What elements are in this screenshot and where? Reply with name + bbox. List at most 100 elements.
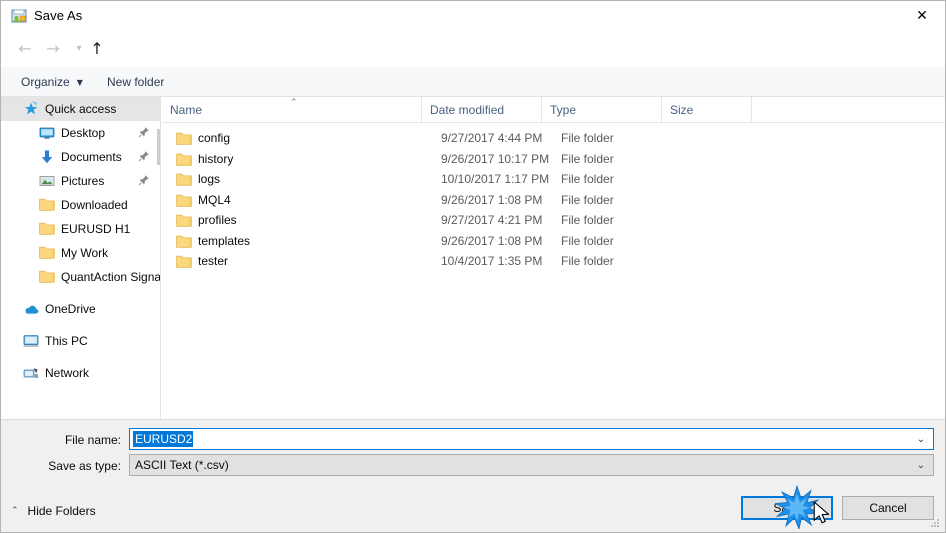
folder-icon — [39, 245, 55, 261]
chevron-down-icon[interactable]: ⌄ — [912, 429, 930, 449]
file-row[interactable]: MQL4 9/26/2017 1:08 PM File folder — [162, 190, 945, 210]
file-name-cell: logs — [198, 172, 221, 186]
type-cell: File folder — [561, 192, 614, 207]
date-modified-cell: 9/27/2017 4:44 PM — [441, 131, 543, 145]
column-header-name[interactable]: Name ⌃ — [162, 97, 422, 122]
forward-button[interactable]: → — [41, 37, 65, 61]
sidebar-item-label: EURUSD H1 — [61, 222, 131, 236]
sidebar-item-label: OneDrive — [45, 302, 96, 316]
save-as-type-label: Save as type: — [48, 459, 121, 473]
save-button-label: Save — [773, 501, 801, 515]
pin-icon[interactable] — [138, 150, 150, 162]
date-modified-cell: 9/26/2017 10:17 PM — [441, 151, 550, 166]
save-as-dialog: Save As ✕ ← → ▾ ↑ « Roaming — [0, 0, 946, 533]
type-cell: File folder — [561, 172, 614, 186]
pin-icon[interactable] — [138, 174, 150, 186]
title-bar: Save As ✕ — [1, 1, 945, 31]
browser-area: Quick access Desktop Documents Pictures Down… — [1, 97, 945, 419]
hide-folders-button[interactable]: ⌃ Hide Folders — [11, 501, 96, 521]
file-row[interactable]: templates 9/26/2017 1:08 PM File folder — [162, 231, 945, 251]
save-button[interactable]: Save — [741, 496, 833, 520]
desktop-icon — [39, 125, 55, 141]
sidebar-item-label: Pictures — [61, 174, 105, 188]
sidebar-item-label: Documents — [61, 150, 122, 164]
sidebar-scrollbar[interactable] — [157, 129, 160, 165]
sidebar-item-label: Downloaded — [61, 198, 128, 212]
sidebar-item-onedrive[interactable]: OneDrive — [1, 297, 160, 321]
file-name-cell: config — [198, 131, 231, 145]
file-name-cell: MQL4 — [198, 192, 231, 207]
sidebar-item-label: This PC — [45, 334, 88, 348]
organize-label: Organize — [21, 75, 70, 89]
sort-ascending-icon: ⌃ — [290, 98, 298, 108]
folder-icon — [176, 234, 192, 248]
folder-icon — [176, 213, 192, 227]
type-cell: File folder — [561, 233, 614, 248]
column-header-label: Type — [550, 102, 577, 117]
sidebar-item-quick-access[interactable]: Quick access — [1, 97, 160, 121]
sidebar-item-network[interactable]: Network — [1, 361, 160, 385]
column-header-label: Name — [170, 102, 203, 117]
back-button[interactable]: ← — [13, 37, 37, 61]
folder-icon — [176, 152, 192, 166]
column-header-label: Size — [670, 102, 694, 117]
chevron-down-icon[interactable]: ⌄ — [912, 455, 930, 475]
folder-icon — [176, 131, 192, 145]
sidebar-item-quantaction-signal[interactable]: QuantAction Signal — [1, 265, 160, 289]
sidebar-item-label: Desktop — [61, 126, 106, 140]
cancel-button[interactable]: Cancel — [842, 496, 934, 520]
window-title: Save As — [34, 8, 83, 23]
save-as-type-value: ASCII Text (*.csv) — [135, 458, 229, 472]
type-cell: File folder — [561, 213, 614, 227]
star-pin-icon — [23, 101, 39, 117]
sidebar-item-this-pc[interactable]: This PC — [1, 329, 160, 353]
file-row[interactable]: logs 10/10/2017 1:17 PM File folder — [162, 169, 945, 189]
folder-icon — [176, 193, 192, 207]
back-arrow-icon: ← — [18, 39, 32, 58]
up-arrow-icon: ↑ — [90, 39, 104, 58]
sidebar-item-my-work[interactable]: My Work — [1, 241, 160, 265]
navigation-bar: ← → ▾ ↑ « Roaming › MetaQuotes › — [1, 31, 945, 91]
column-headers: Name ⌃ Date modified Type Size — [162, 97, 945, 123]
date-modified-cell: 10/10/2017 1:17 PM — [441, 172, 550, 186]
column-header-date-modified[interactable]: Date modified — [422, 97, 542, 122]
sidebar-item-downloaded[interactable]: Downloaded — [1, 193, 160, 217]
column-header-type[interactable]: Type — [542, 97, 662, 122]
sidebar-item-desktop[interactable]: Desktop — [1, 121, 160, 145]
new-folder-button[interactable]: New folder — [101, 72, 170, 92]
sidebar-item-pictures[interactable]: Pictures — [1, 169, 160, 193]
folder-icon — [39, 197, 55, 213]
sidebar-item-eurusd-h1[interactable]: EURUSD H1 — [1, 217, 160, 241]
organize-button[interactable]: Organize ▼ — [15, 72, 89, 92]
folder-icon — [39, 221, 55, 237]
close-button[interactable]: ✕ — [899, 1, 945, 31]
resize-grip[interactable] — [929, 517, 941, 529]
close-icon: ✕ — [916, 8, 928, 24]
file-row[interactable]: profiles 9/27/2017 4:21 PM File folder — [162, 210, 945, 230]
chevron-down-icon: ▼ — [76, 77, 83, 87]
file-row[interactable]: history 9/26/2017 10:17 PM File folder — [162, 149, 945, 169]
save-as-type-select[interactable]: ASCII Text (*.csv) ⌄ — [129, 454, 934, 476]
date-modified-cell: 9/26/2017 1:08 PM — [441, 233, 543, 248]
file-row[interactable]: tester 10/4/2017 1:35 PM File folder — [162, 251, 945, 271]
sidebar-item-label: Quick access — [45, 102, 117, 116]
sidebar-item-documents[interactable]: Documents — [1, 145, 160, 169]
column-header-size[interactable]: Size — [662, 97, 752, 122]
file-row[interactable]: config 9/27/2017 4:44 PM File folder — [162, 128, 945, 148]
column-header-label: Date modified — [430, 102, 505, 117]
chevron-up-icon: ⌃ — [11, 506, 19, 516]
sidebar-item-label: My Work — [61, 246, 109, 260]
date-modified-cell: 10/4/2017 1:35 PM — [441, 254, 543, 268]
pictures-icon — [39, 173, 55, 189]
this-pc-icon — [23, 333, 39, 349]
command-bar: Organize ▼ New folder ▼ ? — [1, 67, 945, 156]
save-as-icon — [11, 8, 27, 24]
file-name-cell: history — [198, 151, 234, 166]
pin-icon[interactable] — [138, 126, 150, 138]
date-modified-cell: 9/27/2017 4:21 PM — [441, 213, 543, 227]
hide-folders-label: Hide Folders — [27, 504, 96, 518]
up-one-level-button[interactable]: ↑ — [85, 37, 109, 61]
sidebar-item-label: Network — [45, 366, 90, 380]
file-name-input[interactable]: EURUSD2 ⌄ — [129, 428, 934, 450]
